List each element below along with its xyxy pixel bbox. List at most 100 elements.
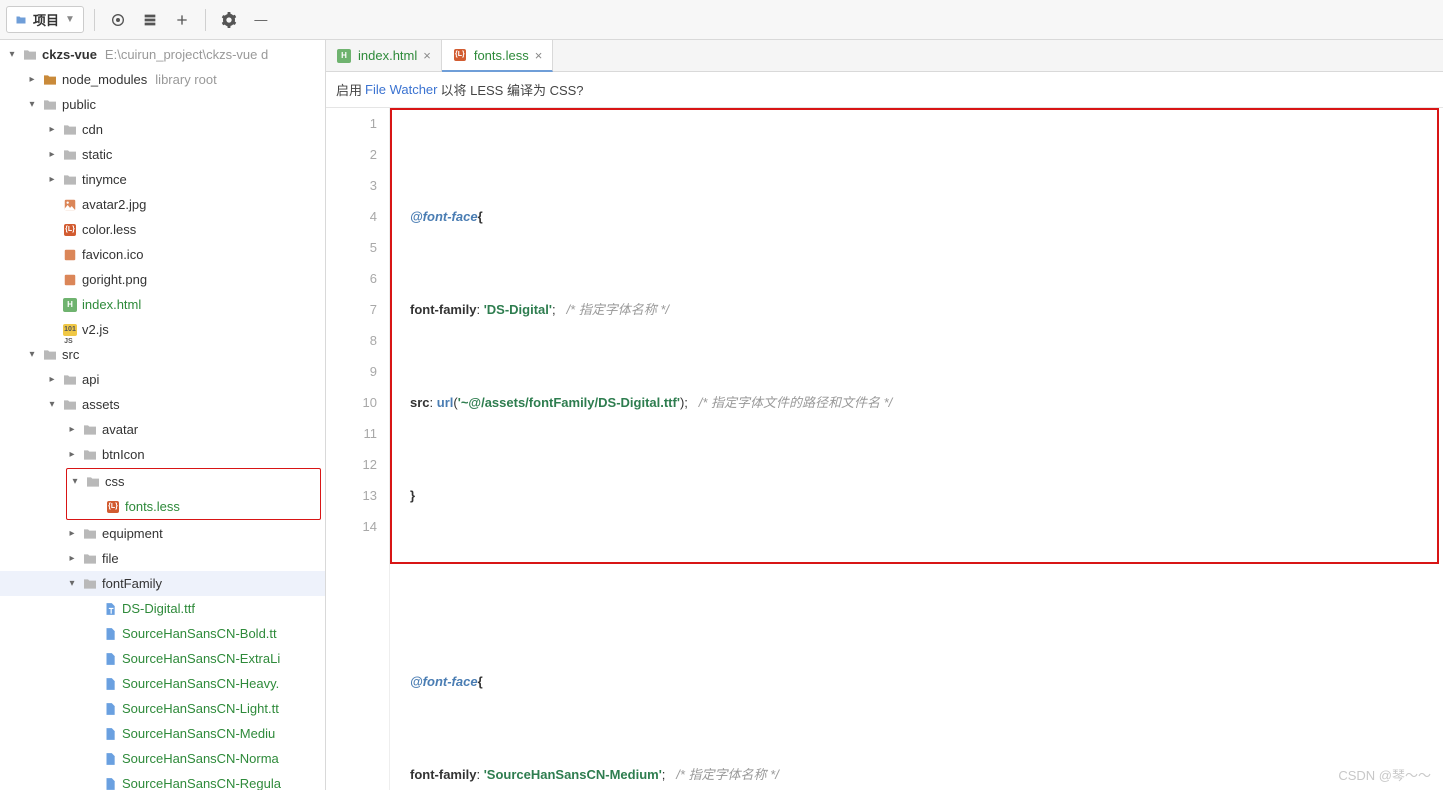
banner-text-post: 以将 LESS 编译为 CSS? xyxy=(441,80,584,99)
tree-label: fontFamily xyxy=(102,576,162,591)
folder-icon xyxy=(82,576,98,592)
project-tree[interactable]: ▾ ckzs-vue E:\cuirun_project\ckzs-vue d … xyxy=(0,40,325,790)
tree-cdn[interactable]: ▸ cdn xyxy=(0,117,325,142)
tree-label: SourceHanSansCN-ExtraLi xyxy=(122,651,280,666)
tree-label: v2.js xyxy=(82,322,109,337)
tree-label: color.less xyxy=(82,222,136,237)
tree-file-v2[interactable]: 101JS v2.js xyxy=(0,317,325,342)
less-file-icon: {L} xyxy=(105,499,121,515)
font-file-icon xyxy=(102,651,118,667)
tree-static[interactable]: ▸ static xyxy=(0,142,325,167)
tree-file-ttf[interactable]: SourceHanSansCN-ExtraLi xyxy=(0,646,325,671)
font-file-icon xyxy=(102,601,118,617)
banner-text-pre: 启用 xyxy=(336,80,362,99)
tree-label: css xyxy=(105,474,125,489)
tree-root[interactable]: ▾ ckzs-vue E:\cuirun_project\ckzs-vue d xyxy=(0,42,325,67)
tree-css[interactable]: ▾ css xyxy=(69,469,318,494)
chevron-right-icon: ▸ xyxy=(46,174,58,185)
code-content[interactable]: @font-face { font-family: 'DS-Digital'; … xyxy=(390,108,1443,790)
tree-label: equipment xyxy=(102,526,163,541)
hide-button[interactable]: — xyxy=(248,7,274,33)
tree-node-modules[interactable]: ▸ node_modules library root xyxy=(0,67,325,92)
tree-assets[interactable]: ▾ assets xyxy=(0,392,325,417)
line-number: 4 xyxy=(326,201,377,232)
tree-path: E:\cuirun_project\ckzs-vue d xyxy=(105,47,268,62)
tree-label: node_modules xyxy=(62,72,147,87)
tree-label: assets xyxy=(82,397,120,412)
line-number: 5 xyxy=(326,232,377,263)
line-number: 13 xyxy=(326,480,377,511)
folder-icon xyxy=(62,372,78,388)
watermark: CSDN @琴～～ xyxy=(1338,765,1431,784)
chevron-down-icon: ▾ xyxy=(66,578,78,589)
tree-file-ttf[interactable]: SourceHanSansCN-Norma xyxy=(0,746,325,771)
image-file-icon xyxy=(62,272,78,288)
tree-fontfamily[interactable]: ▾ fontFamily xyxy=(0,571,325,596)
tree-file-avatar2[interactable]: avatar2.jpg xyxy=(0,192,325,217)
folder-icon xyxy=(42,347,58,363)
tree-file-favicon[interactable]: favicon.ico xyxy=(0,242,325,267)
settings-button[interactable] xyxy=(216,7,242,33)
chevron-right-icon: ▸ xyxy=(66,528,78,539)
chevron-right-icon: ▸ xyxy=(46,149,58,160)
tree-suffix: library root xyxy=(155,72,216,87)
tree-label: fonts.less xyxy=(125,499,180,514)
tree-file-ttf[interactable]: SourceHanSansCN-Heavy. xyxy=(0,671,325,696)
tree-label: SourceHanSansCN-Regula xyxy=(122,776,281,790)
chevron-right-icon: ▸ xyxy=(26,74,38,85)
tree-equipment[interactable]: ▸ equipment xyxy=(0,521,325,546)
tree-file-ttf[interactable]: SourceHanSansCN-Bold.tt xyxy=(0,621,325,646)
chevron-down-icon: ▾ xyxy=(26,349,38,360)
file-watcher-link[interactable]: File Watcher xyxy=(365,82,437,97)
tree-file-ttf[interactable]: DS-Digital.ttf xyxy=(0,596,325,621)
tree-tinymce[interactable]: ▸ tinymce xyxy=(0,167,325,192)
line-number: 11 xyxy=(326,418,377,449)
tree-src[interactable]: ▾ src xyxy=(0,342,325,367)
chevron-right-icon: ▸ xyxy=(66,424,78,435)
tree-file-ttf[interactable]: SourceHanSansCN-Mediu xyxy=(0,721,325,746)
tree-label: ckzs-vue xyxy=(42,47,97,62)
tree-public[interactable]: ▾ public xyxy=(0,92,325,117)
editor-area: H index.html × {L} fonts.less × 启用 File … xyxy=(326,40,1443,790)
tree-file-index[interactable]: H index.html xyxy=(0,292,325,317)
library-folder-icon xyxy=(42,72,58,88)
chevron-right-icon: ▸ xyxy=(46,374,58,385)
collapse-button[interactable] xyxy=(169,7,195,33)
tab-index-html[interactable]: H index.html × xyxy=(326,40,442,71)
chevron-right-icon: ▸ xyxy=(66,553,78,564)
close-icon[interactable]: × xyxy=(423,48,431,63)
project-tree-panel: ▾ ckzs-vue E:\cuirun_project\ckzs-vue d … xyxy=(0,40,326,790)
folder-icon xyxy=(62,172,78,188)
chevron-down-icon: ▾ xyxy=(46,399,58,410)
tree-label: favicon.ico xyxy=(82,247,143,262)
tree-label: avatar2.jpg xyxy=(82,197,146,212)
project-folder-icon xyxy=(15,14,27,26)
tree-file-ttf[interactable]: SourceHanSansCN-Regula xyxy=(0,771,325,790)
chevron-down-icon: ▾ xyxy=(26,99,38,110)
expand-all-button[interactable] xyxy=(137,7,163,33)
tree-label: goright.png xyxy=(82,272,147,287)
project-dropdown[interactable]: 项目 ▼ xyxy=(6,6,84,33)
line-number: 3 xyxy=(326,170,377,201)
tree-file-goright[interactable]: goright.png xyxy=(0,267,325,292)
tree-label: api xyxy=(82,372,99,387)
folder-icon xyxy=(62,397,78,413)
locate-button[interactable] xyxy=(105,7,131,33)
tree-avatar[interactable]: ▸ avatar xyxy=(0,417,325,442)
tree-label: SourceHanSansCN-Light.tt xyxy=(122,701,279,716)
project-toolbar: 项目 ▼ — xyxy=(0,0,1443,40)
tree-label: file xyxy=(102,551,119,566)
tab-fonts-less[interactable]: {L} fonts.less × xyxy=(442,40,554,72)
close-icon[interactable]: × xyxy=(535,48,543,63)
tree-label: SourceHanSansCN-Norma xyxy=(122,751,279,766)
font-file-icon xyxy=(102,726,118,742)
separator xyxy=(205,9,206,31)
chevron-down-icon: ▾ xyxy=(6,49,18,60)
tree-api[interactable]: ▸ api xyxy=(0,367,325,392)
tree-file-fontsless[interactable]: {L} fonts.less xyxy=(69,494,318,519)
code-editor[interactable]: 1 2 3 4 5 6 7 8 9 10 11 12 13 14 @font-f… xyxy=(326,108,1443,790)
tree-file-ttf[interactable]: SourceHanSansCN-Light.tt xyxy=(0,696,325,721)
tree-file-colorless[interactable]: {L} color.less xyxy=(0,217,325,242)
tree-file-folder[interactable]: ▸ file xyxy=(0,546,325,571)
tree-btnicon[interactable]: ▸ btnIcon xyxy=(0,442,325,467)
